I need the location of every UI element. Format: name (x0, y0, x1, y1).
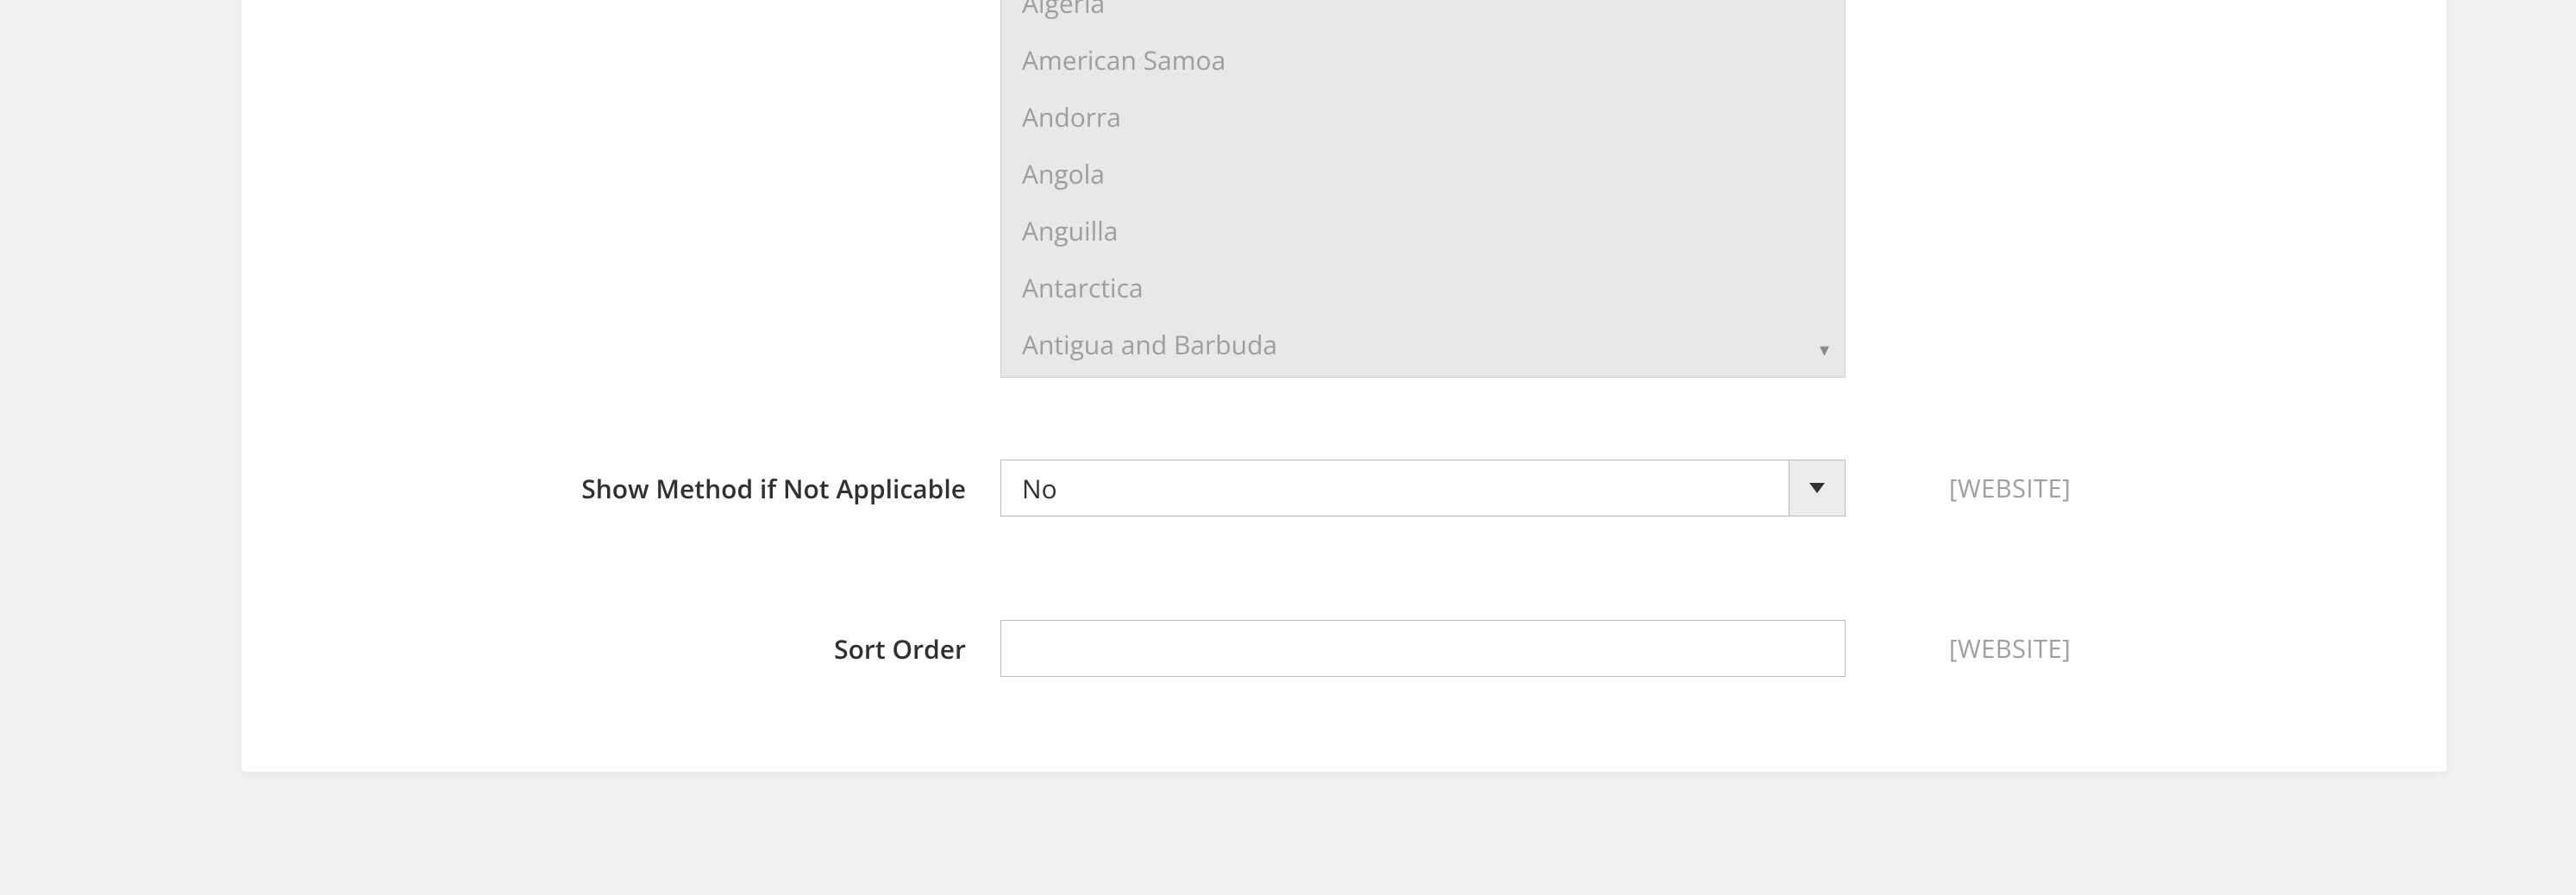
country-option[interactable]: Antarctica (1022, 260, 1824, 316)
row-sort-order: Sort Order [WEBSITE] (241, 620, 2447, 677)
sort-order-label: Sort Order (293, 631, 1000, 667)
sort-order-input[interactable] (1000, 620, 1846, 677)
countries-multiselect[interactable]: Albania Algeria American Samoa Andorra A… (1000, 0, 1846, 378)
country-option[interactable]: American Samoa (1022, 32, 1824, 89)
sort-order-scope: [WEBSITE] (1846, 632, 2071, 666)
country-option[interactable]: Angola (1022, 146, 1824, 203)
settings-panel: Albania Algeria American Samoa Andorra A… (241, 0, 2447, 772)
row-show-method: Show Method if Not Applicable No [WEBSIT… (241, 460, 2447, 516)
country-option[interactable]: Andorra (1022, 89, 1824, 146)
row-ship-to-specific-countries: Albania Algeria American Samoa Andorra A… (241, 0, 2447, 378)
country-option[interactable]: Anguilla (1022, 203, 1824, 260)
show-method-label: Show Method if Not Applicable (293, 471, 1000, 506)
show-method-dropdown-button[interactable] (1789, 460, 1846, 516)
show-method-scope: [WEBSITE] (1846, 472, 2071, 505)
show-method-value[interactable]: No (1000, 460, 1846, 516)
country-option[interactable]: Algeria (1022, 0, 1824, 32)
show-method-select[interactable]: No (1000, 460, 1846, 516)
chevron-down-icon (1809, 483, 1825, 493)
country-option[interactable]: Antigua and Barbuda (1022, 316, 1824, 373)
